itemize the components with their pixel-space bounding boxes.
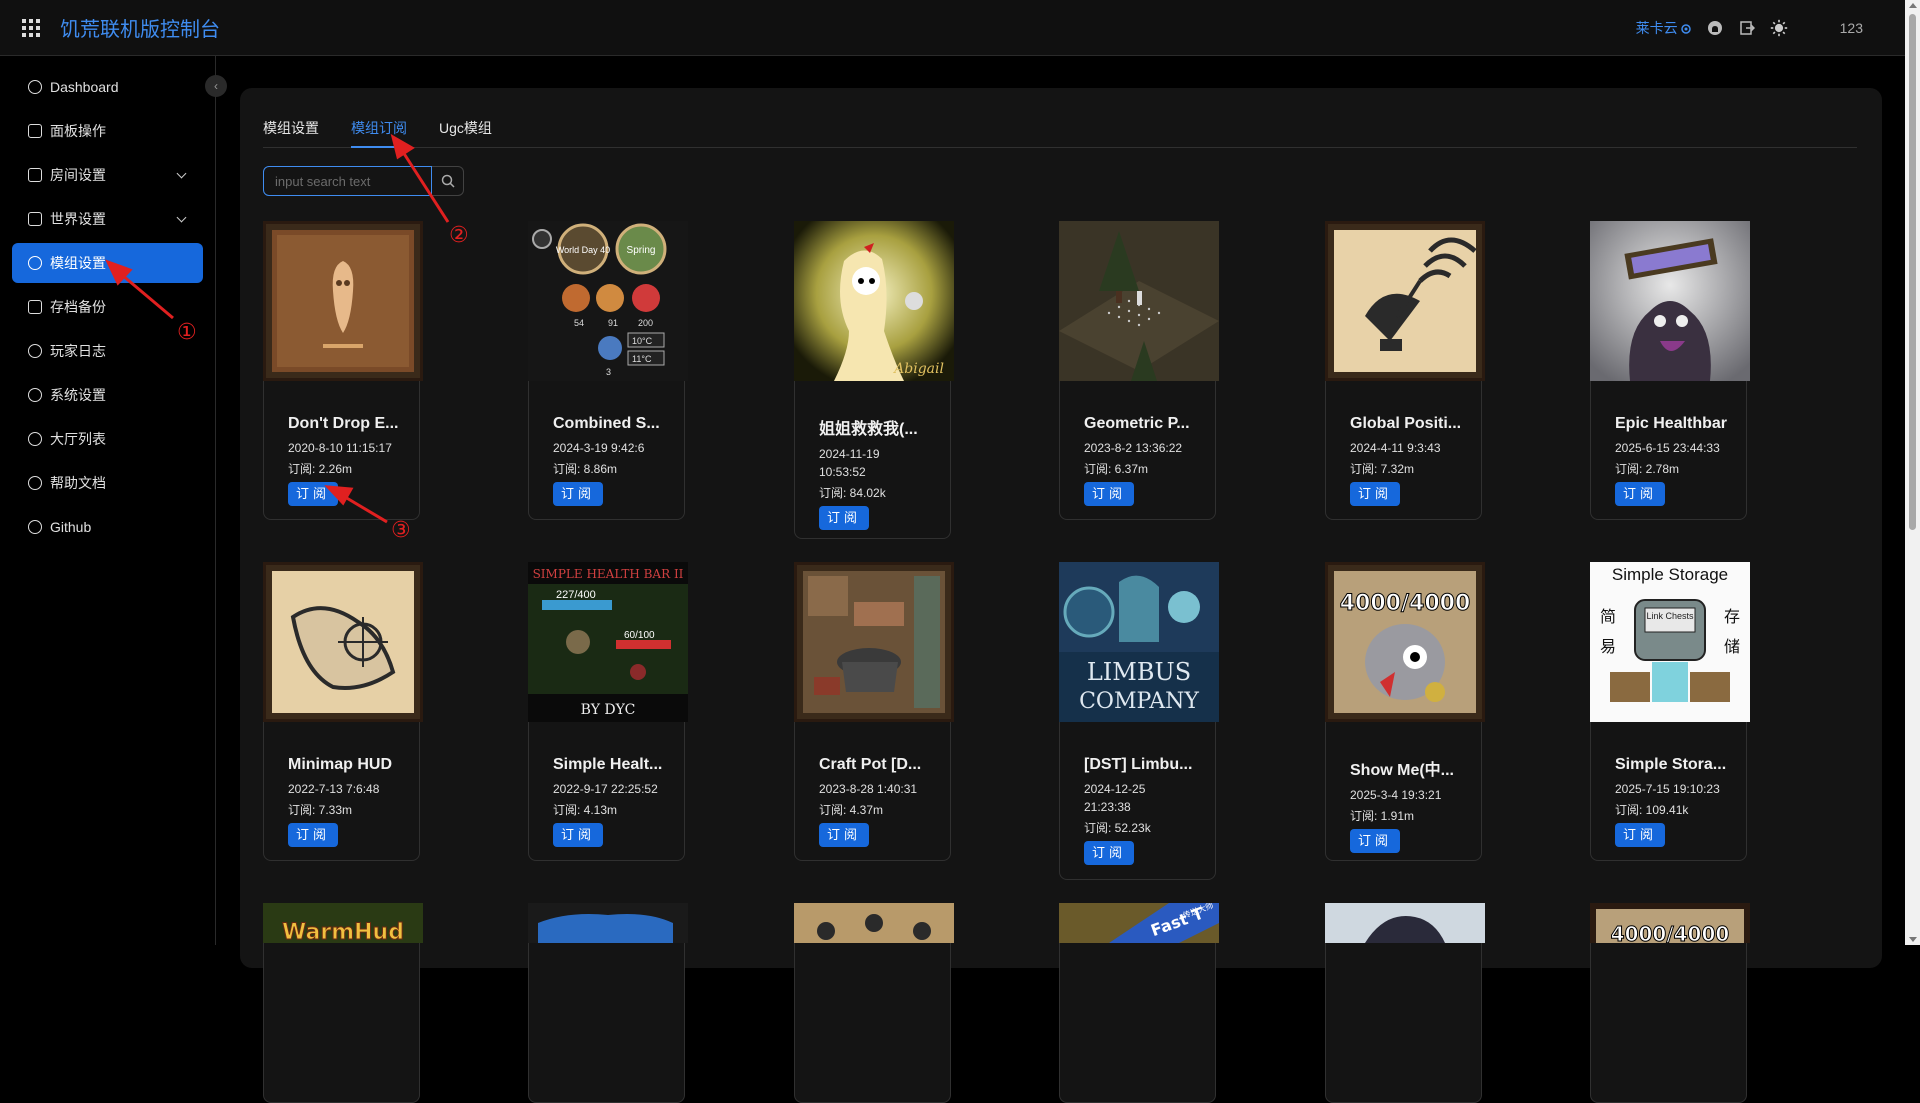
annotation-3: ③	[391, 517, 411, 542]
annotation-arrowhead	[390, 133, 415, 160]
annotation-arrow	[121, 273, 174, 320]
scroll-down-icon[interactable]	[1909, 937, 1917, 942]
scroll-up-icon[interactable]	[1909, 3, 1917, 8]
annotation-2: ②	[449, 222, 469, 247]
annotation-layer	[105, 133, 450, 524]
annotation-arrow	[401, 151, 450, 223]
annotation-arrow	[344, 495, 388, 524]
scroll-thumb[interactable]	[1909, 14, 1916, 530]
annotation-arrowhead	[324, 485, 354, 506]
annotation-1: ①	[177, 319, 197, 344]
page-scrollbar[interactable]	[1905, 0, 1920, 945]
